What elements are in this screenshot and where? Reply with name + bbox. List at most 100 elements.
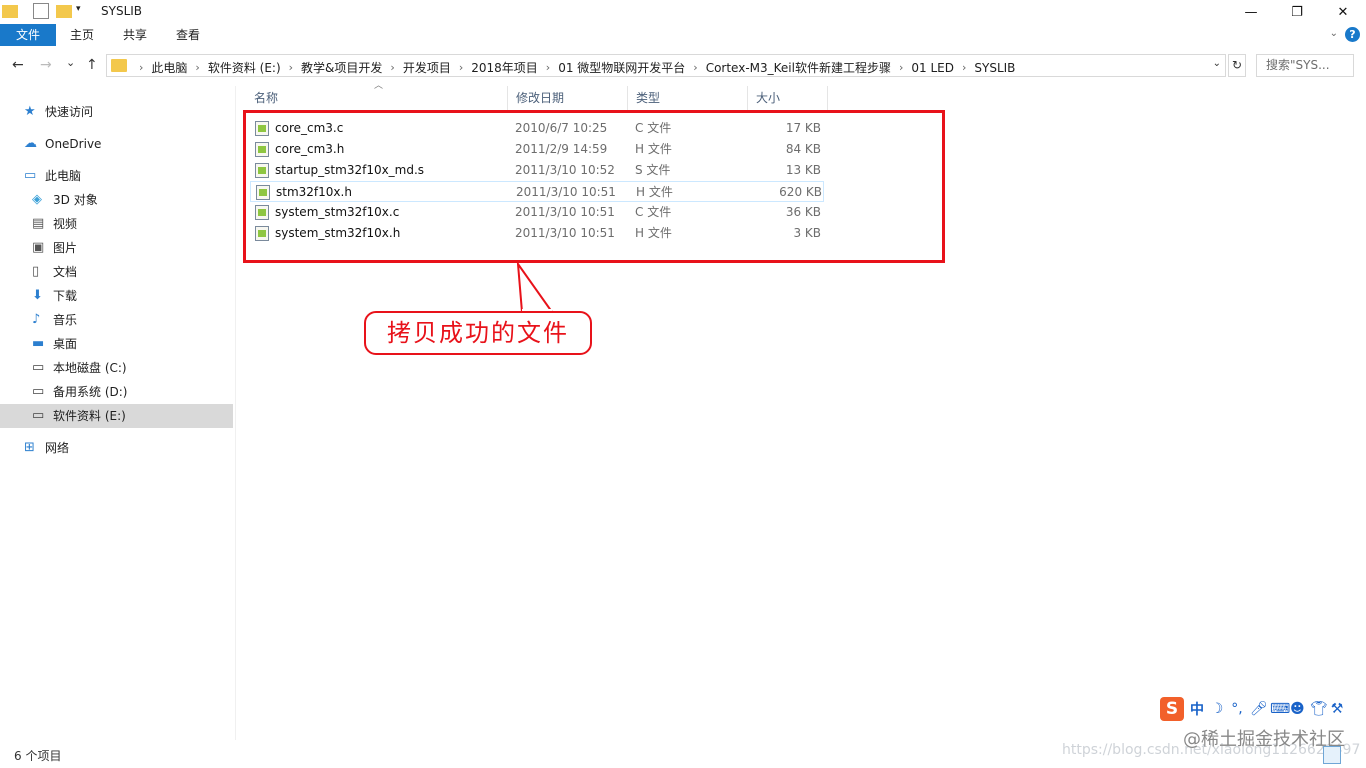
sidebar-item-label: 图片	[53, 241, 78, 255]
sidebar-item-label: 音乐	[53, 313, 78, 327]
breadcrumb-separator-icon[interactable]: ›	[135, 61, 147, 74]
skin-icon[interactable]: 👕︎	[1310, 701, 1328, 717]
sidebar-item[interactable]: ◈ 3D 对象	[0, 188, 233, 212]
new-folder-icon[interactable]	[56, 5, 72, 18]
sidebar-item[interactable]: ▬ 桌面	[0, 332, 233, 356]
breadcrumb-separator-icon[interactable]: ›	[455, 61, 467, 74]
picture-icon: ▣	[32, 240, 45, 255]
help-icon[interactable]: ?	[1345, 27, 1360, 42]
breadcrumb-separator-icon[interactable]: ›	[958, 61, 970, 74]
breadcrumb-separator-icon[interactable]: ›	[285, 61, 297, 74]
sidebar-item[interactable]: ★ 快速访问	[0, 100, 233, 124]
keyboard-icon[interactable]: ⌨	[1270, 701, 1290, 717]
document-icon: ▯	[32, 264, 40, 279]
sidebar-item[interactable]: ▤ 视频	[0, 212, 233, 236]
sidebar-item-label: 此电脑	[45, 169, 82, 183]
maximize-button[interactable]: ❐	[1274, 0, 1320, 24]
sidebar-item[interactable]: ▯ 文档	[0, 260, 233, 284]
sidebar-item-label: 备用系统 (D:)	[53, 385, 128, 399]
search-input[interactable]: 搜索"SYS...	[1256, 54, 1354, 77]
sidebar-item[interactable]: ▭ 软件资料 (E:)	[0, 404, 233, 428]
view-switcher	[1320, 746, 1341, 767]
sidebar-item[interactable]: ▭ 此电脑	[0, 164, 233, 188]
recent-locations-button[interactable]: ⌄	[66, 56, 75, 69]
punctuation-icon[interactable]: °,	[1230, 701, 1244, 717]
address-dropdown-icon[interactable]: ⌄	[1213, 58, 1221, 69]
column-header-name[interactable]: 名称	[246, 86, 508, 110]
breadcrumb-item[interactable]: 开发项目	[399, 59, 455, 76]
sidebar-item-label: 3D 对象	[53, 193, 98, 207]
download-icon: ⬇	[32, 288, 43, 303]
refresh-button[interactable]: ↻	[1228, 54, 1246, 77]
sogou-logo-icon[interactable]: S	[1160, 697, 1184, 721]
breadcrumb-separator-icon[interactable]: ›	[191, 61, 203, 74]
sidebar-item-label: 视频	[53, 217, 78, 231]
settings-wrench-icon[interactable]: ⚒	[1330, 701, 1344, 717]
sidebar-item-label: 软件资料 (E:)	[53, 409, 126, 423]
tab-file[interactable]: 文件	[0, 24, 56, 46]
column-header-modified[interactable]: 修改日期	[508, 86, 628, 110]
back-button[interactable]: ←	[12, 57, 24, 73]
drive-icon: ▭	[32, 408, 45, 423]
tab-view[interactable]: 查看	[164, 24, 212, 46]
cloud-icon: ☁	[24, 136, 37, 151]
breadcrumb-item[interactable]: Cortex-M3_Keil软件新建工程步骤	[702, 59, 895, 76]
breadcrumb-separator-icon[interactable]: ›	[542, 61, 554, 74]
navigation-bar: ← → ⌄ ↑ › 此电脑 › 软件资料 (E:) › 教学&项目开发 › 开发项目 › 2018…	[0, 52, 1366, 80]
desktop-icon: ▬	[32, 336, 45, 351]
tab-share[interactable]: 共享	[111, 24, 159, 46]
music-icon: ♪	[32, 312, 41, 327]
ime-toolbar: S 中 ☽ °, 🎤︎ ⌨ ☻ 👕︎ ⚒	[1160, 697, 1344, 721]
navigation-pane: ★ 快速访问 ☁ OneDrive ▭ 此电脑 ◈ 3D 对象 ▤ 视频 ▣ 图片 ▯ 文档 ⬇ 下载 ♪ 音乐 ▬…	[0, 86, 234, 740]
breadcrumb-separator-icon[interactable]: ›	[386, 61, 398, 74]
status-item-count: 6 个项目	[14, 749, 62, 763]
sidebar-item[interactable]: ⬇ 下载	[0, 284, 233, 308]
moon-icon[interactable]: ☽	[1210, 701, 1224, 717]
quick-access-dropdown-icon[interactable]: ▾	[76, 4, 92, 20]
sidebar-item-label: 本地磁盘 (C:)	[53, 361, 127, 375]
column-header-size[interactable]: 大小	[748, 86, 828, 110]
breadcrumb: › 此电脑 › 软件资料 (E:) › 教学&项目开发 › 开发项目 › 2018年项目 › 01 微…	[135, 59, 1019, 76]
breadcrumb-item[interactable]: 此电脑	[147, 59, 191, 76]
user-icon[interactable]: ☻	[1290, 701, 1305, 717]
sidebar-item-label: 下载	[53, 289, 78, 303]
up-button[interactable]: ↑	[86, 57, 98, 73]
sidebar-item-label: 快速访问	[45, 105, 94, 119]
breadcrumb-item[interactable]: 2018年项目	[467, 59, 542, 76]
breadcrumb-separator-icon[interactable]: ›	[895, 61, 907, 74]
sidebar-item[interactable]: ▭ 本地磁盘 (C:)	[0, 356, 233, 380]
sidebar-item[interactable]: ☁ OneDrive	[0, 132, 233, 156]
cube-icon: ◈	[32, 192, 42, 207]
breadcrumb-item[interactable]: 01 LED	[907, 61, 958, 75]
breadcrumb-item[interactable]: 软件资料 (E:)	[204, 59, 285, 76]
sidebar-item[interactable]: ▭ 备用系统 (D:)	[0, 380, 233, 404]
pane-divider[interactable]	[235, 86, 236, 740]
details-view-icon[interactable]	[1323, 746, 1341, 764]
annotation-callout: 拷贝成功的文件	[364, 311, 592, 355]
window-title: SYSLIB	[101, 4, 143, 18]
minimize-button[interactable]: —	[1228, 0, 1274, 24]
close-button[interactable]: ✕	[1320, 0, 1366, 24]
forward-button[interactable]: →	[40, 57, 52, 73]
address-bar[interactable]: › 此电脑 › 软件资料 (E:) › 教学&项目开发 › 开发项目 › 2018年项目 › 01 微…	[106, 54, 1226, 77]
annotation-highlight-box	[243, 110, 945, 263]
column-header-type[interactable]: 类型	[628, 86, 748, 110]
star-icon: ★	[24, 104, 36, 119]
breadcrumb-separator-icon[interactable]: ›	[689, 61, 701, 74]
tab-home[interactable]: 主页	[58, 24, 106, 46]
sidebar-item[interactable]: ♪ 音乐	[0, 308, 233, 332]
video-icon: ▤	[32, 216, 45, 231]
folder-icon	[2, 5, 18, 18]
breadcrumb-item[interactable]: 01 微型物联网开发平台	[554, 59, 689, 76]
microphone-icon[interactable]: 🎤︎	[1250, 701, 1268, 717]
ribbon-expand-icon[interactable]: ⌄	[1330, 28, 1338, 39]
sidebar-item-label: 文档	[53, 265, 78, 279]
sidebar-item[interactable]: ⊞ 网络	[0, 436, 233, 460]
callout-pointer	[516, 262, 554, 313]
breadcrumb-item[interactable]: 教学&项目开发	[297, 59, 386, 76]
network-icon: ⊞	[24, 440, 35, 455]
sidebar-item[interactable]: ▣ 图片	[0, 236, 233, 260]
breadcrumb-item[interactable]: SYSLIB	[970, 61, 1019, 75]
properties-icon[interactable]	[33, 3, 49, 19]
ime-mode-toggle[interactable]: 中	[1190, 699, 1204, 719]
